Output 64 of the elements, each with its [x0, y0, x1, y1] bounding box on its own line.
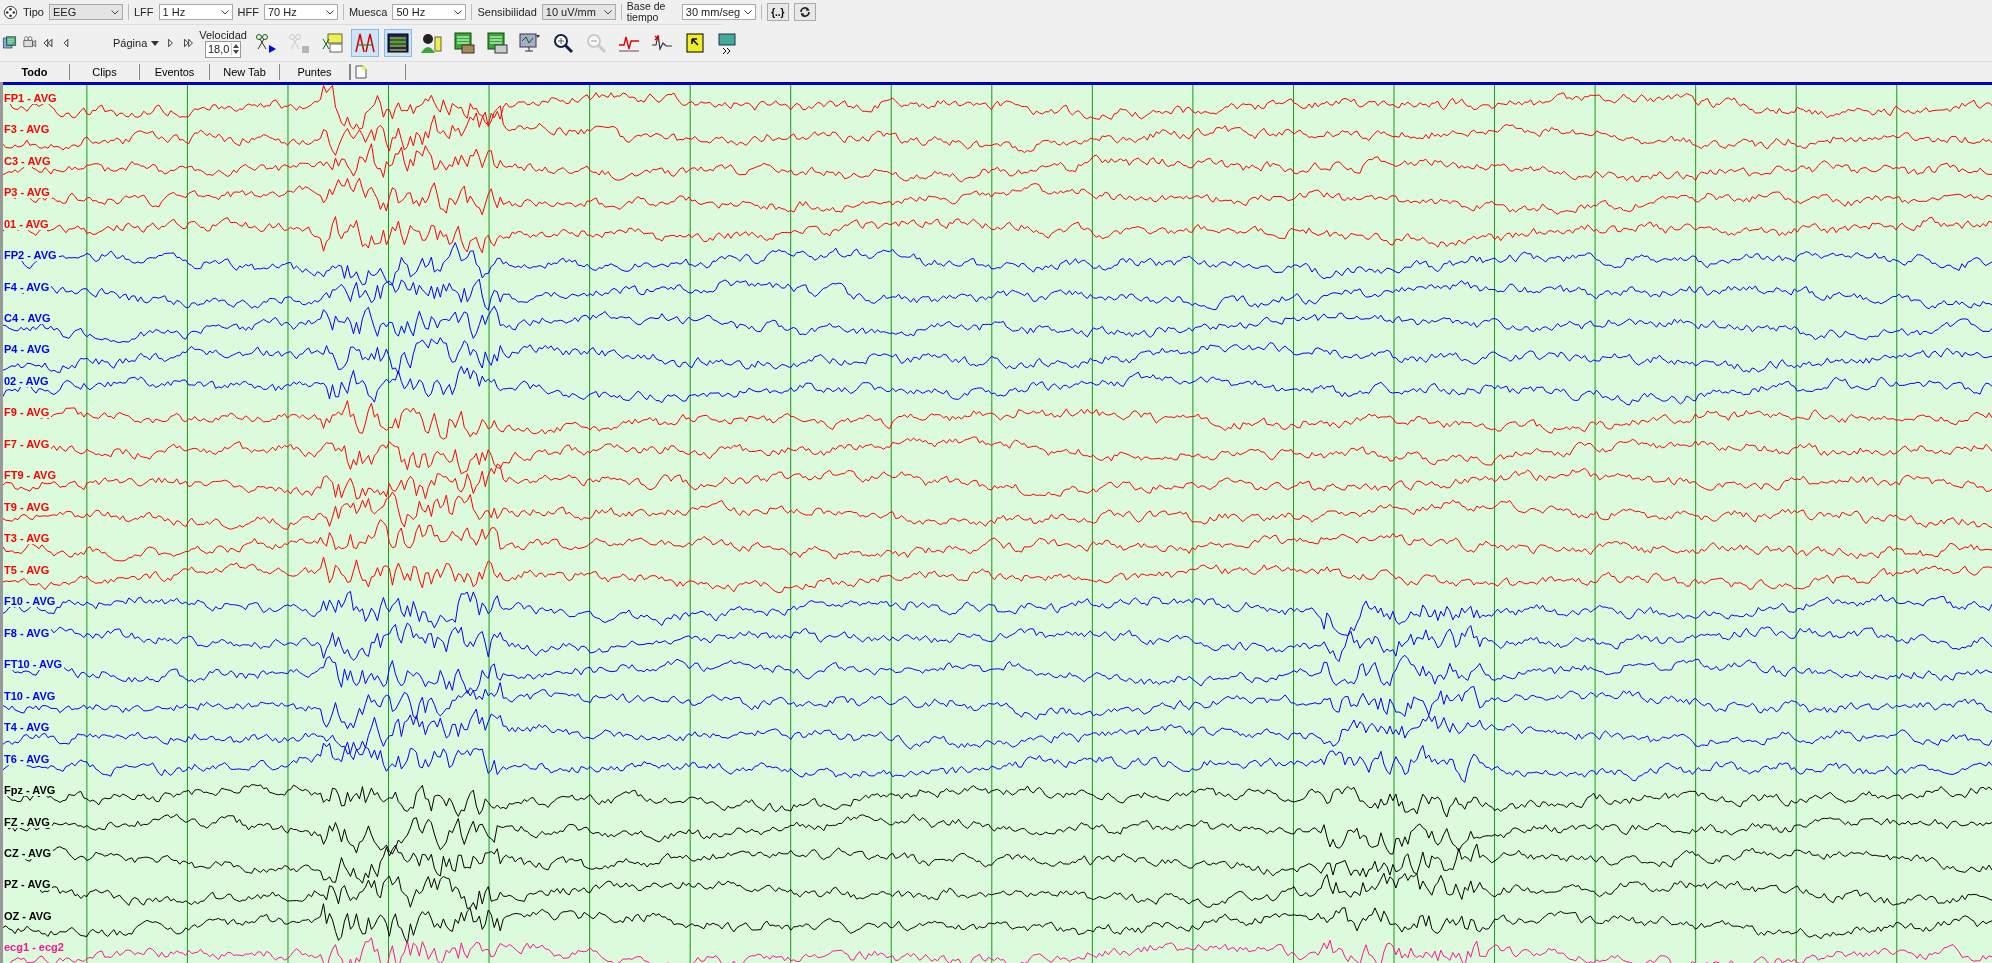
- channel-label: F4 - AVG: [3, 280, 52, 293]
- channel-label: F10 - AVG: [3, 595, 58, 608]
- channel-label: P3 - AVG: [3, 186, 52, 199]
- tab[interactable]: Eventos: [140, 64, 210, 80]
- filter-select[interactable]: 50 Hz: [392, 4, 467, 20]
- caret-icon: [325, 9, 334, 15]
- speed-label: Velocidad: [199, 28, 247, 41]
- filter-label: Tipo: [23, 6, 44, 18]
- channel-label: F9 - AVG: [3, 406, 52, 419]
- channel-label: FP2 - AVG: [3, 249, 59, 262]
- refresh-button[interactable]: [793, 3, 816, 21]
- tab[interactable]: Todo: [0, 64, 70, 80]
- channel-label: T10 - AVG: [3, 689, 58, 702]
- filter-label: Base de tiempo: [626, 1, 667, 23]
- channel-label: T6 - AVG: [3, 752, 52, 765]
- channel-label: PZ - AVG: [3, 878, 53, 891]
- channel-label: 02 - AVG: [3, 374, 51, 387]
- channel-label: CZ - AVG: [3, 847, 54, 859]
- channel-label: OZ - AVG: [3, 909, 54, 922]
- channels-tool-button[interactable]: [384, 29, 412, 57]
- caret-icon: [454, 9, 463, 15]
- braces-button[interactable]: {..}: [766, 3, 789, 21]
- channel-label: F7 - AVG: [3, 437, 52, 450]
- new-page-icon: [355, 65, 367, 79]
- tab[interactable]: New Tab: [210, 64, 280, 80]
- filter-select[interactable]: 1 Hz: [158, 4, 233, 20]
- filter-select[interactable]: EEG: [49, 4, 123, 20]
- montage-tool-button[interactable]: [351, 29, 379, 57]
- channel-label: FP1 - AVG: [3, 91, 59, 104]
- caret-icon: [220, 9, 229, 15]
- channel-label: FT10 - AVG: [3, 658, 65, 671]
- reel-icon[interactable]: [3, 4, 18, 20]
- channel-label: 01 - AVG: [3, 217, 51, 230]
- channel-label: F3 - AVG: [3, 123, 52, 136]
- channel-label: P4 - AVG: [3, 343, 52, 356]
- channel-label: T4 - AVG: [3, 721, 52, 734]
- filter-label: HFF: [237, 6, 259, 18]
- filter-select[interactable]: 10 uV/mm: [541, 4, 616, 20]
- channel-label: FT9 - AVG: [3, 469, 58, 482]
- filter-select[interactable]: 70 Hz: [263, 4, 338, 20]
- spin-arrows-icon[interactable]: [232, 43, 241, 55]
- filter-label: Sensibilidad: [477, 6, 537, 18]
- channel-label: C3 - AVG: [3, 154, 53, 167]
- caret-icon: [111, 9, 119, 15]
- channel-label: T9 - AVG: [3, 500, 52, 513]
- tab[interactable]: Puntes: [280, 64, 350, 80]
- caret-icon: [743, 9, 752, 15]
- channel-label: ecg1 - ecg2: [3, 941, 66, 954]
- speed-spinner[interactable]: 18,0: [204, 40, 242, 58]
- channel-label: F8 - AVG: [3, 626, 52, 639]
- channel-label: T5 - AVG: [3, 563, 52, 576]
- tab[interactable]: Clips: [70, 64, 140, 80]
- filter-label: LFF: [134, 6, 154, 18]
- caret-icon: [603, 9, 612, 15]
- caret-icon: [151, 40, 160, 46]
- new-tab-button[interactable]: [350, 64, 406, 80]
- filter-label: Muesca: [348, 6, 388, 18]
- filter-select[interactable]: 30 mm/seg: [681, 4, 756, 20]
- refresh-icon: [798, 6, 811, 18]
- channel-label: C4 - AVG: [3, 312, 53, 324]
- page-select[interactable]: Página: [77, 37, 160, 49]
- channel-label: Fpz - AVG: [3, 784, 58, 797]
- channel-label: FZ - AVG: [3, 815, 52, 828]
- channel-label: T3 - AVG: [3, 532, 52, 545]
